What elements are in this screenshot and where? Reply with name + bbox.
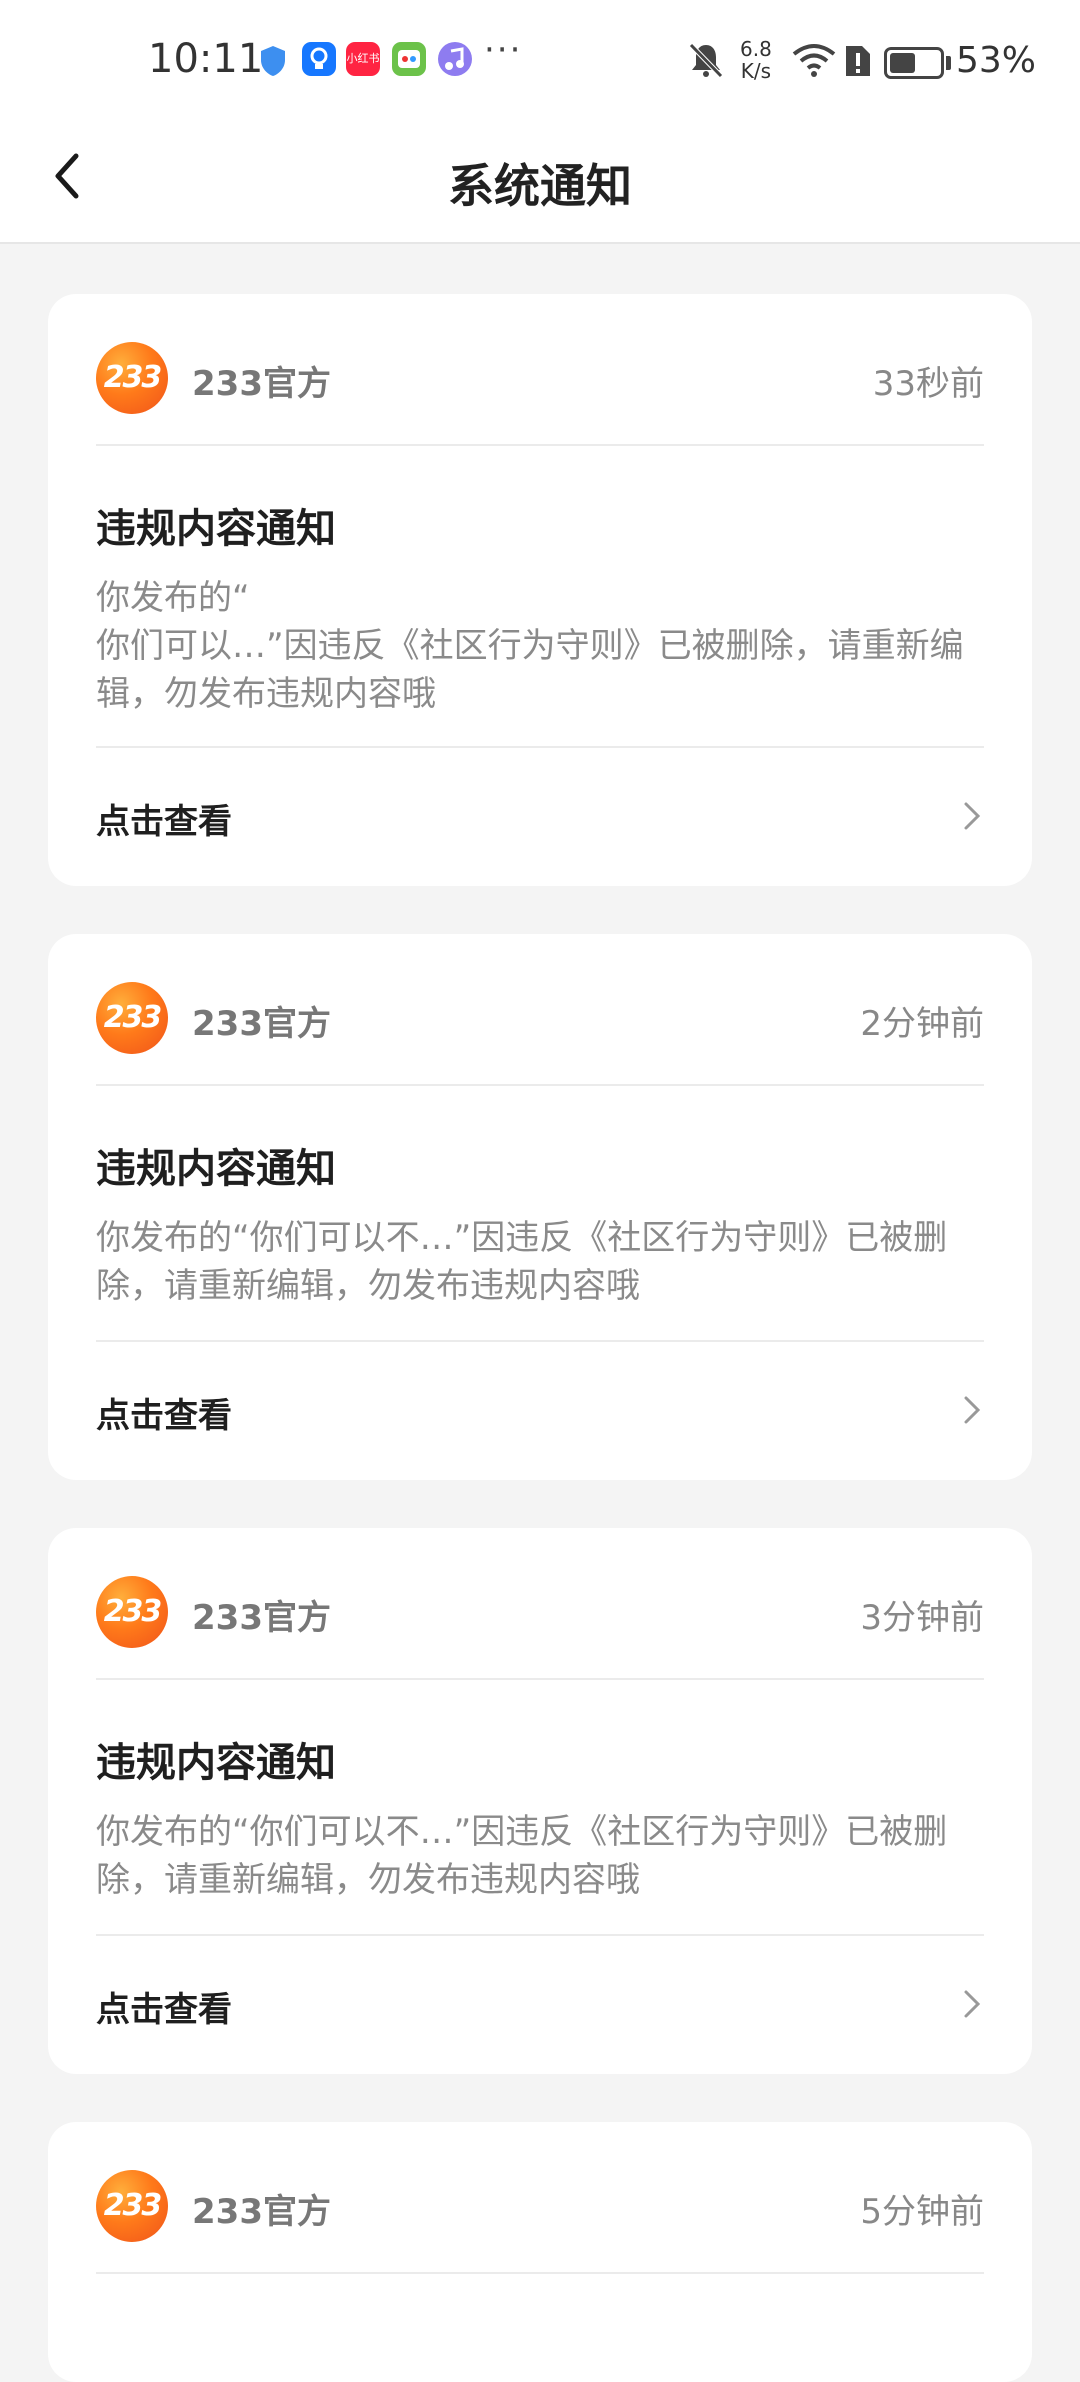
bulb-app-icon bbox=[302, 42, 336, 76]
notification-card[interactable]: 233 233官方 33秒前 违规内容通知 你发布的“ 你们可以…”因违反《社区… bbox=[48, 294, 1032, 886]
notification-body: 你发布的“ 你们可以…”因违反《社区行为守则》已被删除，请重新编辑，勿发布违规内… bbox=[96, 578, 964, 714]
battery-level-fill bbox=[890, 53, 916, 73]
divider bbox=[96, 746, 984, 748]
wifi-icon bbox=[792, 42, 836, 82]
notification-time: 33秒前 bbox=[872, 364, 984, 404]
card-header: 233 233官方 5分钟前 bbox=[96, 2170, 984, 2242]
chevron-right-icon[interactable] bbox=[960, 1390, 984, 1430]
notification-time: 3分钟前 bbox=[860, 1598, 984, 1638]
view-details-link[interactable]: 点击查看 bbox=[96, 1982, 232, 2031]
network-speed-unit: K/s bbox=[740, 59, 772, 83]
card-header: 233 233官方 2分钟前 bbox=[96, 982, 984, 1054]
divider bbox=[96, 1340, 984, 1342]
divider bbox=[96, 444, 984, 446]
avatar[interactable]: 233 bbox=[96, 342, 168, 414]
avatar[interactable]: 233 bbox=[96, 2170, 168, 2242]
divider bbox=[96, 2272, 984, 2274]
battery-tip bbox=[946, 56, 951, 70]
nav-bar: 系统通知 bbox=[0, 120, 1080, 244]
notification-title: 违规内容通知 bbox=[96, 506, 336, 552]
page-title: 系统通知 bbox=[448, 159, 632, 213]
notification-card[interactable]: 233 233官方 2分钟前 违规内容通知 你发布的“你们可以不…”因违反《社区… bbox=[48, 934, 1032, 1480]
sender-name: 233官方 bbox=[192, 364, 331, 404]
sender-name: 233官方 bbox=[192, 2192, 331, 2232]
avatar[interactable]: 233 bbox=[96, 982, 168, 1054]
chevron-right-icon[interactable] bbox=[960, 796, 984, 836]
status-bar: 10:11 小红书 ··· 6.8 K/s 53% bbox=[0, 0, 1080, 120]
avatar[interactable]: 233 bbox=[96, 1576, 168, 1648]
shield-icon bbox=[258, 44, 292, 78]
view-details-link[interactable]: 点击查看 bbox=[96, 794, 232, 843]
sender-name: 233官方 bbox=[192, 1598, 331, 1638]
status-time: 10:11 bbox=[148, 36, 264, 82]
notification-time: 5分钟前 bbox=[860, 2192, 984, 2232]
chevron-right-icon[interactable] bbox=[960, 1984, 984, 2024]
battery-percent: 53% bbox=[956, 40, 1037, 81]
sim-alert-icon bbox=[842, 44, 872, 82]
notification-body: 你发布的“你们可以不…”因违反《社区行为守则》已被删除，请重新编辑，勿发布违规内… bbox=[96, 1218, 948, 1306]
more-notifications-icon: ··· bbox=[484, 30, 523, 70]
card-header: 233 233官方 3分钟前 bbox=[96, 1576, 984, 1648]
bell-muted-icon bbox=[686, 40, 726, 84]
music-app-icon bbox=[438, 42, 472, 76]
divider bbox=[96, 1084, 984, 1086]
battery-icon bbox=[884, 47, 944, 79]
network-speed: 6.8 K/s bbox=[740, 38, 772, 82]
notification-body: 你发布的“你们可以不…”因违反《社区行为守则》已被删除，请重新编辑，勿发布违规内… bbox=[96, 1812, 948, 1900]
divider bbox=[96, 1678, 984, 1680]
network-speed-value: 6.8 bbox=[740, 37, 772, 61]
notification-card[interactable]: 233 233官方 3分钟前 违规内容通知 你发布的“你们可以不…”因违反《社区… bbox=[48, 1528, 1032, 2074]
view-details-link[interactable]: 点击查看 bbox=[96, 1388, 232, 1437]
card-header: 233 233官方 33秒前 bbox=[96, 342, 984, 414]
notification-title: 违规内容通知 bbox=[96, 1740, 336, 1786]
notification-card[interactable]: 233 233官方 5分钟前 bbox=[48, 2122, 1032, 2382]
game-app-icon bbox=[392, 42, 426, 76]
sender-name: 233官方 bbox=[192, 1004, 331, 1044]
notification-title: 违规内容通知 bbox=[96, 1146, 336, 1192]
notification-time: 2分钟前 bbox=[860, 1004, 984, 1044]
divider bbox=[96, 1934, 984, 1936]
xiaohongshu-app-icon: 小红书 bbox=[346, 42, 380, 76]
